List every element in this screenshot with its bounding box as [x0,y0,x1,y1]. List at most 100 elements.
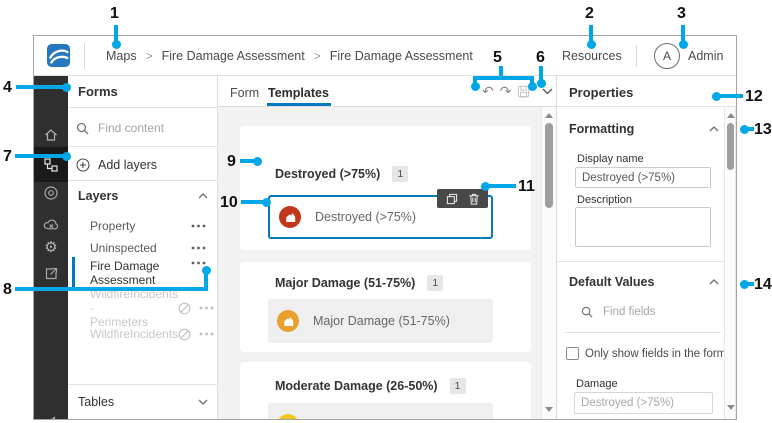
properties-scrollbar[interactable] [724,107,736,420]
offline-cloud-icon[interactable] [34,217,68,233]
add-layers-button[interactable]: Add layers [76,152,157,178]
default-values-section-header[interactable]: Default Values [569,275,719,289]
scroll-down-arrow[interactable] [727,405,735,410]
settings-gear-icon[interactable]: ⚙ [34,240,68,256]
callout-line [241,200,263,204]
template-hover-toolbar [437,189,488,208]
scroll-up-arrow[interactable] [727,113,735,118]
tables-section-header[interactable]: Tables [78,392,208,412]
templates-content: Destroyed (>75%) 1 Destroyed (>75%) [218,107,541,420]
properties-panel: Properties Formatting Display name Descr… [556,76,737,420]
callout-number: 1 [110,5,119,22]
callout-dot [253,157,262,166]
description-textarea[interactable] [575,207,711,247]
template-card-moderate[interactable]: Moderate Damage (26-50%) [268,403,493,420]
avatar[interactable]: A [654,43,680,69]
layer-item-property[interactable]: Property [68,216,218,236]
chevron-up-icon[interactable] [709,126,719,132]
feedback-megaphone-icon[interactable] [34,415,68,420]
layer-label: WildfireIncidents - Perimeters [90,287,178,329]
add-layers-label: Add layers [98,158,157,172]
layer-label: Property [90,219,135,233]
callout-number: 10 [220,194,238,211]
layer-menu-icon[interactable] [199,332,214,336]
callout-line [539,66,543,80]
callout-number: 12 [745,88,763,105]
layer-menu-icon[interactable] [191,246,206,250]
selected-layer-indicator [72,257,75,287]
find-fields-input[interactable] [601,305,705,319]
breadcrumb-separator-icon: > [146,49,153,63]
display-name-input[interactable] [575,167,711,188]
callout-line [114,25,118,41]
redo-icon[interactable]: ↷ [500,84,512,99]
not-supported-icon [178,328,191,341]
layer-item-wildfire-perimeters[interactable]: WildfireIncidents - Perimeters [68,293,218,323]
callout-dot [202,266,211,275]
topbar-divider [84,43,85,69]
display-name-label: Display name [577,153,644,165]
scroll-down-arrow[interactable] [545,407,553,412]
geofences-icon[interactable] [34,185,68,201]
damage-field-label: Damage [576,378,618,390]
scrollbar-thumb[interactable] [727,123,734,170]
layer-menu-icon[interactable] [199,306,214,310]
breadcrumb-maps[interactable]: Maps [106,49,137,63]
callout-line [15,154,63,158]
group-header: Moderate Damage (26-50%) 1 [275,378,466,394]
find-fields-search[interactable] [581,305,705,319]
tab-form[interactable]: Form [230,86,259,100]
callout-number: 8 [3,281,12,298]
find-content-search[interactable] [76,115,210,141]
breadcrumb-separator-icon: > [314,49,321,63]
scroll-up-arrow[interactable] [545,113,553,118]
home-icon[interactable] [34,127,68,143]
callout-bracket [473,76,534,80]
annotated-screenshot: Maps > Fire Damage Assessment > Fire Dam… [0,0,772,423]
callout-dot [587,40,596,49]
layers-section-header[interactable]: Layers [78,186,208,206]
callout-line [15,287,208,291]
template-card-major[interactable]: Major Damage (51-75%) [268,299,493,343]
delete-trash-icon[interactable] [468,193,480,205]
callout-number: 9 [227,153,236,170]
chevron-up-icon [198,193,208,199]
esri-logo-icon[interactable] [46,43,71,68]
forms-panel-title: Forms [78,84,118,99]
callout-dot [537,79,546,88]
undo-icon[interactable]: ↶ [482,84,494,99]
damage-field-input[interactable] [574,392,713,414]
templates-scrollbar[interactable] [541,107,556,420]
scrollbar-thumb[interactable] [545,123,553,208]
callout-line [16,85,63,89]
breadcrumb: Maps > Fire Damage Assessment > Fire Dam… [106,36,473,76]
callout-number: 3 [677,5,686,22]
group-title: Moderate Damage (26-50%) [275,379,438,393]
avatar-initial: A [663,49,671,63]
count-badge: 1 [450,378,466,394]
description-label: Description [577,194,632,206]
layer-menu-icon[interactable] [191,224,206,228]
chevron-down-icon[interactable] [542,88,553,95]
app-window: Maps > Fire Damage Assessment > Fire Dam… [33,35,737,420]
resources-label: Resources [562,49,622,63]
template-label: Destroyed (>75%) [315,210,416,224]
callout-dot [262,198,271,207]
layer-item-fire-damage-assessment[interactable]: Fire Damage Assessment [68,255,218,291]
callout-line [589,25,593,41]
topbar-divider [636,45,637,67]
duplicate-icon[interactable] [446,193,458,205]
sharing-icon[interactable] [34,266,68,281]
only-show-fields-checkbox[interactable] [566,347,579,360]
search-input[interactable] [96,120,195,136]
formatting-section-header[interactable]: Formatting [569,122,719,136]
callout-number: 7 [3,148,12,165]
breadcrumb-map-name[interactable]: Fire Damage Assessment [162,49,305,63]
layer-item-wildfire-incidents[interactable]: WildfireIncidents [68,324,218,344]
layer-menu-icon[interactable] [191,261,206,265]
tab-templates[interactable]: Templates [268,86,329,100]
template-group-major: Major Damage (51-75%) 1 Major Damage (51… [240,262,531,352]
user-menu[interactable]: Admin [688,36,723,76]
chevron-up-icon[interactable] [709,279,719,285]
not-supported-icon [178,302,191,315]
